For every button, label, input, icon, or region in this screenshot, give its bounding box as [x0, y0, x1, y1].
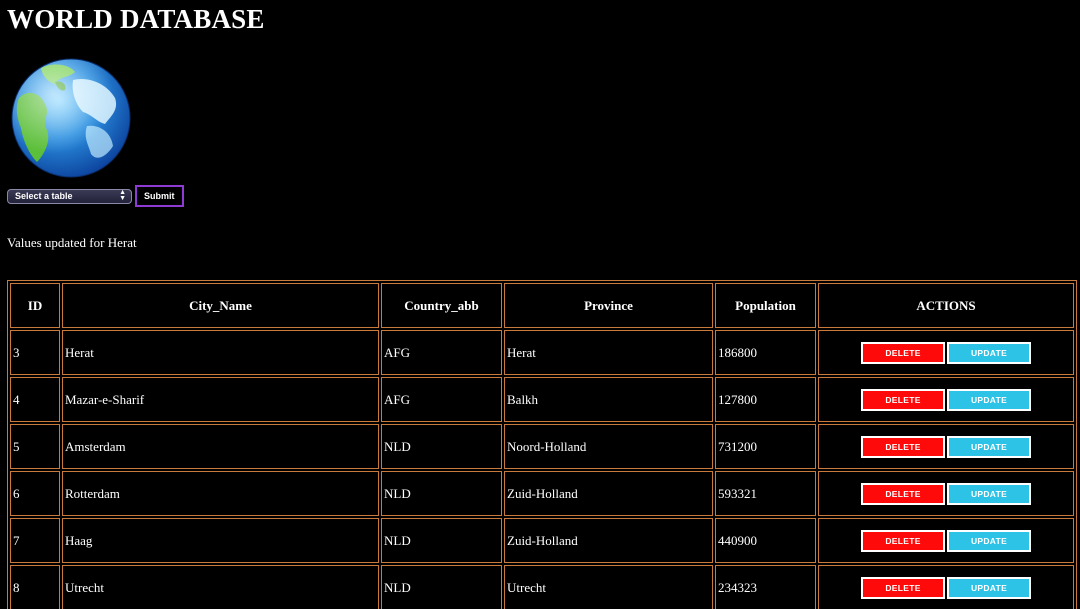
table-header-row: ID City_Name Country_abb Province Popula…	[10, 283, 1074, 328]
status-message: Values updated for Herat	[7, 235, 137, 250]
cell-actions: DELETE UPDATE	[818, 518, 1074, 563]
cell-actions: DELETE UPDATE	[818, 330, 1074, 375]
cell-city-name: Haag	[62, 518, 379, 563]
cell-province: Zuid-Holland	[504, 518, 713, 563]
header-country-abb: Country_abb	[381, 283, 502, 328]
cities-table: ID City_Name Country_abb Province Popula…	[7, 280, 1077, 609]
cell-country-abb: NLD	[381, 471, 502, 516]
cell-id: 7	[10, 518, 60, 563]
table-row: 8 Utrecht NLD Utrecht 234323 DELETE UPDA…	[10, 565, 1074, 609]
cell-city-name: Utrecht	[62, 565, 379, 609]
cell-id: 8	[10, 565, 60, 609]
table-select[interactable]: Select a table ▲ ▼	[7, 188, 132, 204]
submit-button[interactable]: Submit	[135, 185, 184, 207]
cell-city-name: Mazar-e-Sharif	[62, 377, 379, 422]
cell-id: 4	[10, 377, 60, 422]
header-actions: ACTIONS	[818, 283, 1074, 328]
table-row: 7 Haag NLD Zuid-Holland 440900 DELETE UP…	[10, 518, 1074, 563]
cell-population: 440900	[715, 518, 816, 563]
update-button[interactable]: UPDATE	[947, 435, 1031, 458]
delete-button[interactable]: DELETE	[861, 388, 945, 411]
cell-population: 234323	[715, 565, 816, 609]
update-button[interactable]: UPDATE	[947, 482, 1031, 505]
cell-country-abb: NLD	[381, 424, 502, 469]
cell-population: 186800	[715, 330, 816, 375]
header-id: ID	[10, 283, 60, 328]
cell-population: 731200	[715, 424, 816, 469]
cell-id: 6	[10, 471, 60, 516]
globe-icon	[11, 58, 131, 178]
update-button[interactable]: UPDATE	[947, 388, 1031, 411]
table-row: 5 Amsterdam NLD Noord-Holland 731200 DEL…	[10, 424, 1074, 469]
cell-country-abb: AFG	[381, 330, 502, 375]
cell-province: Utrecht	[504, 565, 713, 609]
cell-actions: DELETE UPDATE	[818, 471, 1074, 516]
page-title: WORLD DATABASE	[7, 4, 265, 34]
cell-country-abb: NLD	[381, 518, 502, 563]
table-row: 3 Herat AFG Herat 186800 DELETE UPDATE	[10, 330, 1074, 375]
delete-button[interactable]: DELETE	[861, 529, 945, 552]
cell-population: 593321	[715, 471, 816, 516]
cell-actions: DELETE UPDATE	[818, 377, 1074, 422]
cell-population: 127800	[715, 377, 816, 422]
update-button[interactable]: UPDATE	[947, 576, 1031, 599]
delete-button[interactable]: DELETE	[861, 435, 945, 458]
table-select-value: Select a table	[15, 191, 73, 201]
cell-province: Herat	[504, 330, 713, 375]
update-button[interactable]: UPDATE	[947, 341, 1031, 364]
header-province: Province	[504, 283, 713, 328]
update-button[interactable]: UPDATE	[947, 529, 1031, 552]
cell-country-abb: NLD	[381, 565, 502, 609]
cell-id: 3	[10, 330, 60, 375]
cell-province: Balkh	[504, 377, 713, 422]
delete-button[interactable]: DELETE	[861, 341, 945, 364]
cell-country-abb: AFG	[381, 377, 502, 422]
cell-actions: DELETE UPDATE	[818, 565, 1074, 609]
delete-button[interactable]: DELETE	[861, 482, 945, 505]
delete-button[interactable]: DELETE	[861, 576, 945, 599]
table-row: 4 Mazar-e-Sharif AFG Balkh 127800 DELETE…	[10, 377, 1074, 422]
cell-id: 5	[10, 424, 60, 469]
cell-province: Noord-Holland	[504, 424, 713, 469]
chevron-updown-icon: ▲ ▼	[119, 189, 126, 202]
cell-city-name: Rotterdam	[62, 471, 379, 516]
header-population: Population	[715, 283, 816, 328]
cell-city-name: Amsterdam	[62, 424, 379, 469]
cell-city-name: Herat	[62, 330, 379, 375]
table-selector-form: Select a table ▲ ▼ Submit	[7, 185, 184, 207]
cell-province: Zuid-Holland	[504, 471, 713, 516]
table-row: 6 Rotterdam NLD Zuid-Holland 593321 DELE…	[10, 471, 1074, 516]
cell-actions: DELETE UPDATE	[818, 424, 1074, 469]
header-city-name: City_Name	[62, 283, 379, 328]
